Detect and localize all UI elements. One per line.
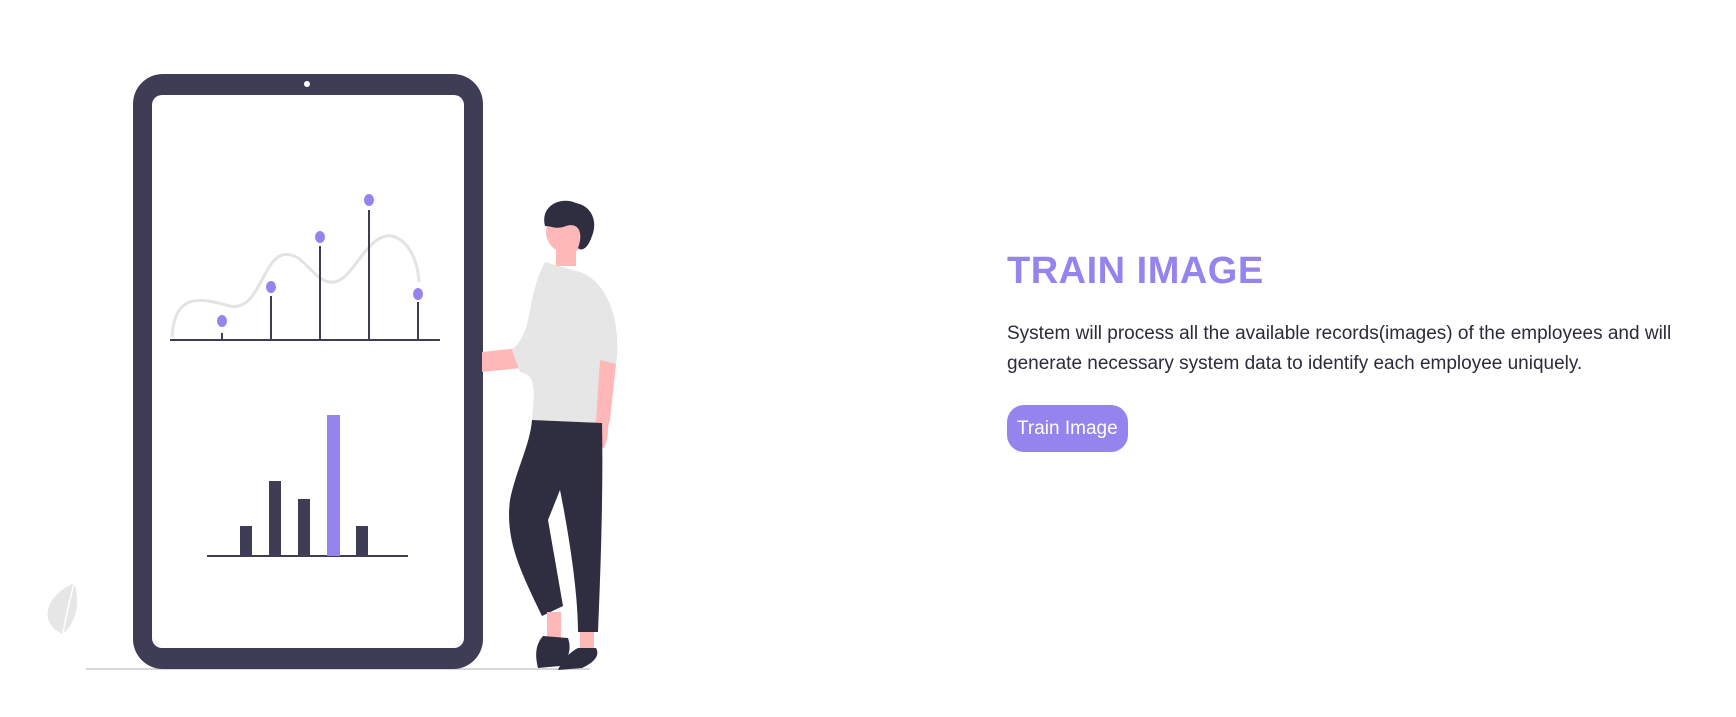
page-description: System will process all the available re… — [1007, 323, 1672, 374]
chart-dot — [364, 194, 374, 206]
train-image-button[interactable]: Train Image — [1007, 405, 1128, 452]
bar — [327, 415, 340, 556]
bar — [240, 526, 252, 556]
bar — [298, 499, 310, 556]
chart-dot — [266, 281, 276, 293]
person-pants — [509, 420, 603, 632]
person-ankle — [547, 612, 561, 639]
phone-analytics-illustration — [47, 74, 618, 670]
bar — [269, 481, 281, 556]
phone-camera — [304, 81, 310, 87]
chart-dot — [217, 315, 227, 327]
page-title: TRAIN IMAGE — [1007, 250, 1264, 292]
train-image-panel: TRAIN IMAGE System will process all the … — [1007, 243, 1707, 452]
bar — [356, 526, 368, 556]
chart-dot — [413, 288, 423, 300]
person-figure — [482, 200, 618, 670]
phone-screen — [152, 95, 464, 648]
chart-dot — [315, 231, 325, 243]
train-image-page: TRAIN IMAGE System will process all the … — [0, 0, 1736, 717]
